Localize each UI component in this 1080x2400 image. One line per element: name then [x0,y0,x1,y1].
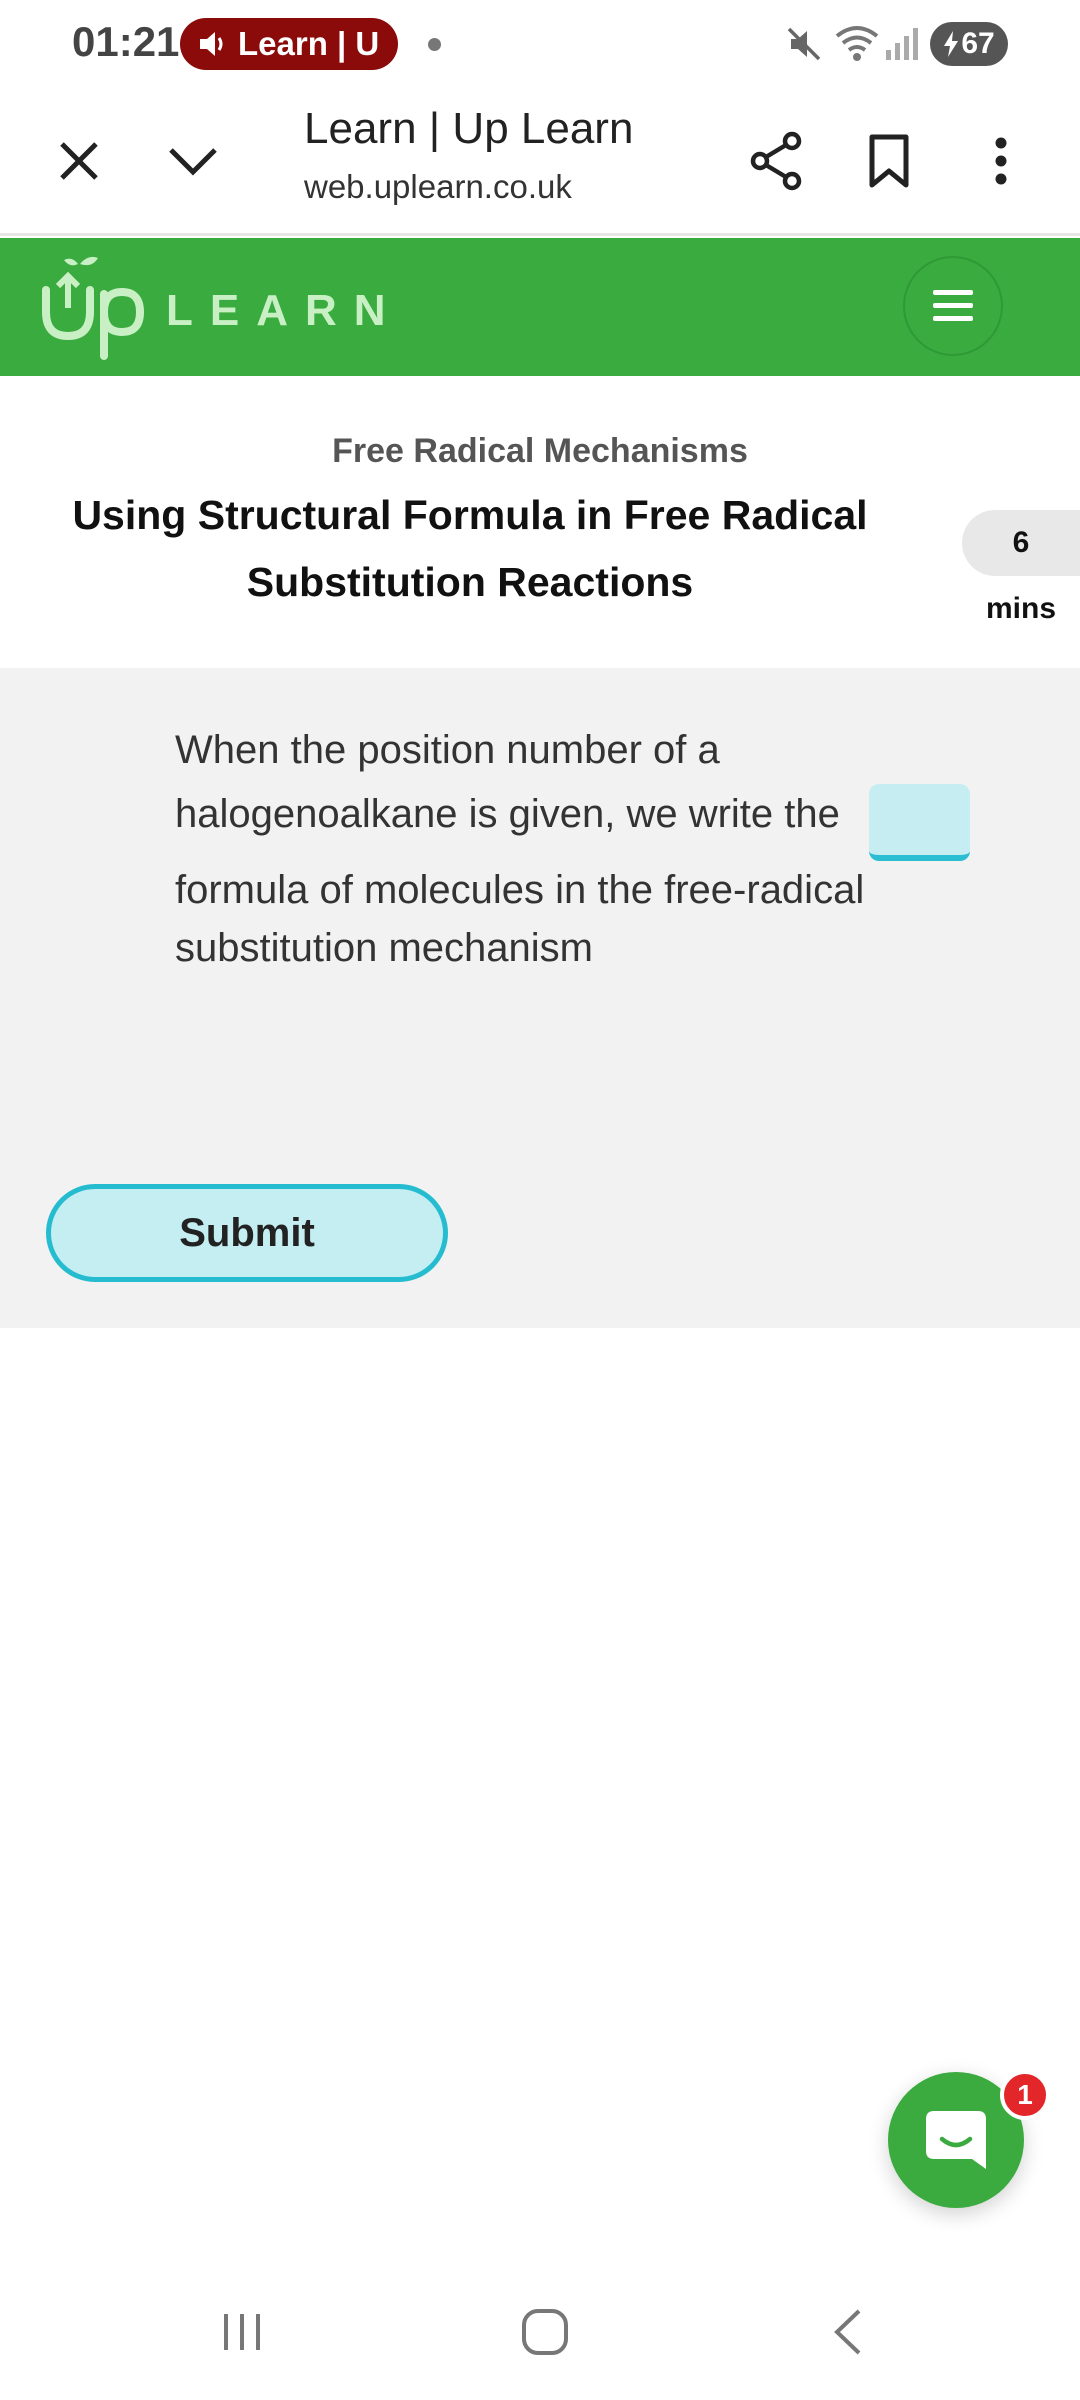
hamburger-icon [933,290,973,321]
fill-in-blank-input[interactable] [869,784,970,861]
system-nav-bar [0,2264,1080,2400]
media-playing-pill[interactable]: Learn | U [180,18,398,70]
question-line-4: substitution mechanism [175,926,593,970]
more-options-button[interactable] [970,124,1032,198]
home-icon [522,2309,568,2355]
media-pill-label: Learn | U [238,25,380,62]
page-url[interactable]: web.uplearn.co.uk [304,168,572,206]
wifi-icon [835,26,879,61]
chevron-down-icon [169,148,217,176]
status-bar: 01:21 Learn | U 67 [0,0,1080,90]
back-button[interactable] [820,2302,876,2362]
notification-dot [428,38,441,51]
more-vert-icon [995,137,1007,185]
bookmark-icon [869,134,909,188]
time-remaining-badge: 6 [962,510,1080,576]
share-button[interactable] [744,124,810,198]
battery-level: 67 [961,27,995,60]
close-tab-button[interactable] [46,128,112,194]
chat-notification-badge: 1 [1000,2070,1050,2120]
lesson-title: Using Structural Formula in Free Radical… [72,492,868,605]
expand-button[interactable] [160,128,226,194]
back-icon [834,2309,861,2355]
recent-apps-button[interactable] [212,2304,272,2360]
speaker-icon [200,32,223,56]
up-learn-logo-mark[interactable] [38,246,148,362]
submit-button[interactable]: Submit [46,1184,448,1282]
question-line-3: formula of molecules in the free-radical [175,868,865,912]
question-area: When the position number of a halogenoal… [0,668,1080,1328]
time-value: 6 [1012,526,1030,559]
charging-icon [944,31,959,57]
recent-apps-icon [224,2314,260,2350]
lesson-section-title: Free Radical Mechanisms [332,432,748,470]
logo-wordmark: LEARN [166,286,403,335]
menu-button[interactable] [903,256,1003,356]
home-button[interactable] [515,2302,575,2362]
chat-icon [926,2111,986,2169]
status-time: 01:21 [72,18,180,65]
bookmark-button[interactable] [856,124,922,198]
signal-icon [886,28,918,60]
browser-toolbar: Learn | Up Learn web.uplearn.co.uk [0,90,1080,236]
site-header: LEARN [0,238,1080,376]
lesson-header: Free Radical Mechanisms Using Structural… [0,376,1080,668]
question-line-1: When the position number of a [175,728,720,772]
question-line-2: halogenoalkane is given, we write the [175,792,840,836]
battery-indicator: 67 [930,22,1008,66]
close-icon [60,142,98,180]
mute-icon [787,27,821,61]
page-title: Learn | Up Learn [304,104,634,153]
share-icon [750,131,802,191]
time-unit: mins [985,592,1057,625]
